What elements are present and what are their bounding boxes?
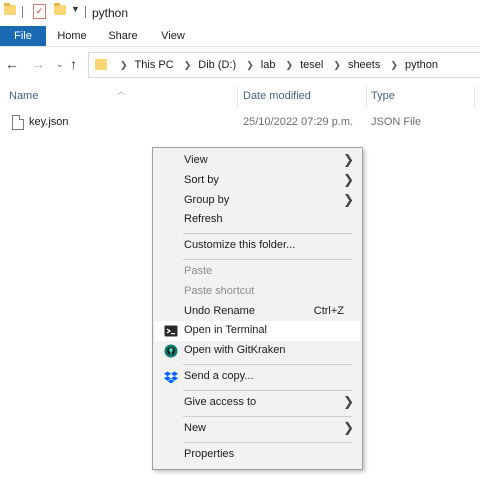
- breadcrumb-this-pc[interactable]: This PC: [135, 59, 174, 71]
- menu-item-refresh[interactable]: Refresh: [155, 210, 360, 230]
- breadcrumb-python[interactable]: python: [405, 59, 438, 71]
- file-row[interactable]: key.json 25/10/2022 07:29 p.m. JSON File: [8, 113, 480, 133]
- menu-item-label: Open in Terminal: [184, 324, 267, 336]
- menu-item-open-with-gitkraken[interactable]: Open with GitKraken: [155, 341, 360, 361]
- menu-item-new[interactable]: New ❯: [155, 419, 360, 439]
- toolbar-divider: [22, 6, 23, 18]
- new-folder-icon[interactable]: [54, 3, 66, 15]
- menu-separator: [183, 364, 352, 365]
- gitkraken-icon: [164, 344, 178, 358]
- chevron-right-icon: ❯: [285, 60, 294, 70]
- menu-separator: [183, 442, 352, 443]
- column-type[interactable]: Type: [371, 90, 395, 102]
- chevron-right-icon: ❯: [343, 394, 354, 409]
- sort-ascending-icon: ︿: [117, 87, 125, 96]
- menu-item-label: Group by: [184, 194, 230, 206]
- menu-item-label: Paste shortcut: [184, 285, 255, 297]
- menu-item-paste: Paste: [155, 262, 360, 282]
- menu-item-label: Customize this folder...: [184, 239, 296, 251]
- menu-item-sort-by[interactable]: Sort by ❯: [155, 171, 360, 191]
- menu-item-label: Refresh: [184, 213, 223, 225]
- menu-separator: [183, 233, 352, 234]
- title-bar: ✓ ▼ python: [0, 0, 480, 26]
- menu-item-label: Undo Rename: [184, 305, 255, 317]
- menu-separator: [183, 416, 352, 417]
- column-divider[interactable]: [237, 86, 238, 108]
- file-icon: [12, 115, 24, 130]
- column-divider[interactable]: [474, 86, 475, 108]
- menu-item-label: Paste: [184, 265, 213, 277]
- column-date-modified[interactable]: Date modified: [243, 90, 311, 102]
- menu-item-customize-folder[interactable]: Customize this folder...: [155, 236, 360, 256]
- breadcrumb-tesel[interactable]: tesel: [300, 59, 323, 71]
- chevron-right-icon: ❯: [343, 152, 354, 167]
- chevron-right-icon: ❯: [343, 420, 354, 435]
- column-name[interactable]: Name: [9, 90, 38, 102]
- chevron-right-icon: ❯: [343, 192, 354, 207]
- breadcrumb-drive[interactable]: Dib (D:): [198, 59, 236, 71]
- menu-separator: [183, 259, 352, 260]
- customize-toolbar-dropdown-icon[interactable]: ▼: [71, 4, 80, 14]
- context-menu: View ❯ Sort by ❯ Group by ❯ Refresh Cust…: [152, 147, 363, 470]
- ribbon-tabs: File Home Share View: [0, 26, 480, 47]
- navigation-bar: ← → ⌄ ↑ ❯ This PC ❯ Dib (D:) ❯ lab ❯ tesel ❯…: [0, 52, 480, 78]
- menu-item-undo-rename[interactable]: Undo Rename Ctrl+Z: [155, 302, 360, 322]
- menu-item-label: Give access to: [184, 396, 257, 408]
- breadcrumb-sheets[interactable]: sheets: [348, 59, 380, 71]
- menu-item-label: Sort by: [184, 174, 219, 186]
- file-type: JSON File: [371, 116, 422, 128]
- tab-home[interactable]: Home: [52, 26, 92, 46]
- column-headers: Name ︿ Date modified Type: [0, 86, 480, 108]
- breadcrumb-lab[interactable]: lab: [261, 59, 276, 71]
- folder-icon: [4, 3, 16, 15]
- menu-item-open-in-terminal[interactable]: Open in Terminal: [155, 321, 360, 341]
- address-bar[interactable]: ❯ This PC ❯ Dib (D:) ❯ lab ❯ tesel ❯ sheets ❯…: [88, 52, 480, 78]
- folder-icon: [95, 59, 107, 70]
- column-divider[interactable]: [366, 86, 367, 108]
- menu-item-give-access-to[interactable]: Give access to ❯: [155, 393, 360, 413]
- terminal-icon: [164, 324, 178, 338]
- menu-item-label: Send a copy...: [184, 370, 254, 382]
- up-arrow-icon[interactable]: ↑: [70, 56, 77, 72]
- dropbox-icon: [164, 370, 178, 384]
- recent-locations-chevron-icon[interactable]: ⌄: [56, 59, 64, 70]
- menu-item-properties[interactable]: Properties: [155, 445, 360, 465]
- back-arrow-icon[interactable]: ←: [5, 56, 19, 72]
- tab-view[interactable]: View: [153, 26, 193, 46]
- menu-item-view[interactable]: View ❯: [155, 151, 360, 171]
- menu-item-paste-shortcut: Paste shortcut: [155, 282, 360, 302]
- menu-item-send-a-copy[interactable]: Send a copy...: [155, 367, 360, 387]
- window-title: python: [92, 6, 129, 20]
- properties-check-icon[interactable]: ✓: [33, 4, 46, 19]
- tab-share[interactable]: Share: [103, 26, 143, 46]
- title-divider: [85, 6, 86, 18]
- chevron-right-icon: ❯: [183, 60, 192, 70]
- menu-item-label: Open with GitKraken: [184, 344, 286, 356]
- forward-arrow-icon[interactable]: →: [31, 56, 45, 72]
- chevron-right-icon: ❯: [343, 172, 354, 187]
- menu-separator: [183, 390, 352, 391]
- file-name: key.json: [29, 116, 69, 128]
- breadcrumb: ❯ This PC ❯ Dib (D:) ❯ lab ❯ tesel ❯ sheets ❯…: [113, 53, 438, 77]
- tab-file[interactable]: File: [0, 26, 46, 46]
- menu-item-label: New: [184, 422, 207, 434]
- chevron-right-icon: ❯: [333, 60, 341, 70]
- chevron-right-icon: ❯: [120, 60, 128, 70]
- chevron-right-icon: ❯: [246, 60, 254, 70]
- menu-item-label: View: [184, 154, 208, 166]
- file-date-modified: 25/10/2022 07:29 p.m.: [243, 116, 354, 128]
- keyboard-shortcut: Ctrl+Z: [313, 305, 344, 317]
- menu-item-group-by[interactable]: Group by ❯: [155, 191, 360, 211]
- chevron-right-icon: ❯: [390, 60, 398, 70]
- menu-item-label: Properties: [184, 448, 235, 460]
